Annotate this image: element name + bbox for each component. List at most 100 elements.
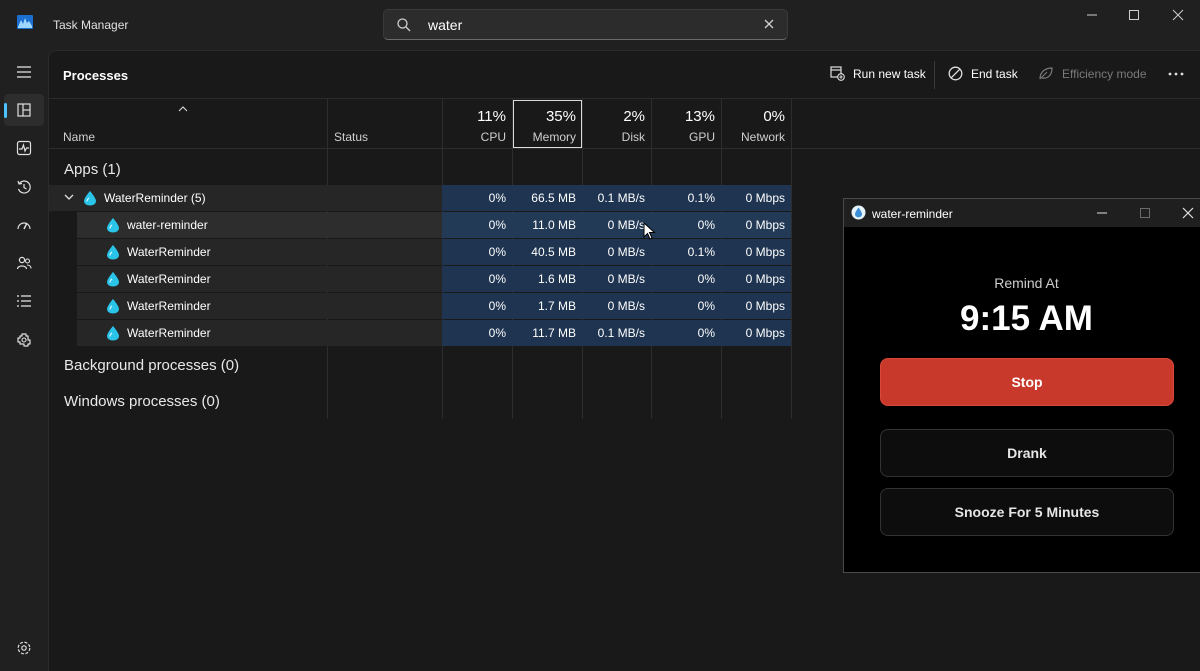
gpu-cell: 0% — [651, 266, 721, 292]
table-row[interactable]: WaterReminder 0% 11.7 MB 0.1 MB/s 0% 0 M… — [49, 320, 791, 346]
water-drop-icon — [107, 272, 119, 287]
sort-ascending-icon — [178, 106, 188, 112]
water-drop-icon — [851, 205, 866, 220]
cpu-label: CPU — [480, 130, 506, 144]
cpu-cell: 0% — [442, 320, 512, 346]
gpu-cell: 0.1% — [651, 239, 721, 265]
memory-cell: 1.6 MB — [512, 266, 582, 292]
run-new-task-button[interactable]: Run new task — [830, 66, 926, 81]
disk-cell: 0 MB/s — [582, 266, 651, 292]
maximize-icon[interactable] — [1124, 6, 1144, 24]
group-apps[interactable]: Apps (1) — [64, 161, 121, 178]
nav-processes[interactable] — [4, 94, 44, 126]
nav-settings[interactable] — [4, 632, 44, 664]
table-row[interactable]: WaterReminder 0% 1.6 MB 0 MB/s 0% 0 Mbps — [49, 266, 791, 292]
memory-cell: 40.5 MB — [512, 239, 582, 265]
clear-search-icon[interactable] — [761, 16, 777, 32]
more-icon — [1168, 72, 1184, 76]
cpu-cell: 0% — [442, 185, 512, 211]
network-cell: 0 Mbps — [721, 212, 791, 238]
search-icon — [397, 18, 411, 32]
group-windows-processes[interactable]: Windows processes (0) — [64, 393, 220, 410]
process-name: WaterReminder — [127, 299, 211, 313]
water-drop-icon — [107, 218, 119, 233]
stop-button[interactable]: Stop — [880, 358, 1174, 406]
command-bar: Processes Run new task End task Efficien… — [49, 51, 1200, 99]
group-background-processes[interactable]: Background processes (0) — [64, 357, 239, 374]
water-reminder-window: water-reminder Remind At 9:15 AM Stop Dr… — [843, 198, 1200, 573]
popup-title: water-reminder — [872, 207, 953, 221]
network-total: 0% — [763, 108, 785, 125]
search-query: water — [428, 17, 463, 33]
column-header-name[interactable]: Name — [49, 99, 327, 149]
minimize-icon[interactable] — [1082, 6, 1102, 24]
details-icon — [17, 295, 31, 307]
disk-cell: 0 MB/s — [582, 293, 651, 319]
table-row[interactable]: WaterReminder 0% 1.7 MB 0 MB/s 0% 0 Mbps — [49, 293, 791, 319]
nav-details[interactable] — [4, 285, 44, 317]
water-drop-icon — [84, 191, 96, 206]
process-name: WaterReminder (5) — [104, 191, 206, 205]
table-row[interactable]: WaterReminder 0% 40.5 MB 0 MB/s 0.1% 0 M… — [49, 239, 791, 265]
disk-cell: 0.1 MB/s — [582, 320, 651, 346]
maximize-icon[interactable] — [1138, 206, 1152, 220]
gpu-label: GPU — [688, 130, 715, 144]
disk-cell: 0 MB/s — [582, 239, 651, 265]
column-header-status-label: Status — [334, 130, 369, 144]
disk-label: Disk — [621, 130, 645, 144]
process-name: WaterReminder — [127, 326, 211, 340]
column-header-status[interactable]: Status — [327, 99, 442, 149]
nav-app-history[interactable] — [4, 171, 44, 203]
column-header-name-label: Name — [63, 130, 96, 144]
side-navigation — [0, 50, 48, 671]
process-name: water-reminder — [127, 218, 208, 232]
users-icon — [16, 256, 32, 270]
network-label: Network — [740, 130, 785, 144]
column-header-network[interactable]: 0% Network — [721, 99, 791, 149]
drank-button[interactable]: Drank — [880, 429, 1174, 477]
title-bar: Task Manager water — [0, 0, 1200, 50]
end-task-icon — [948, 66, 963, 81]
end-task-label: End task — [971, 66, 1018, 81]
disk-cell: 0.1 MB/s — [582, 185, 651, 211]
end-task-button[interactable]: End task — [948, 66, 1018, 81]
close-icon[interactable] — [1181, 206, 1195, 220]
efficiency-mode-button[interactable]: Efficiency mode — [1038, 66, 1147, 81]
gpu-cell: 0% — [651, 320, 721, 346]
gpu-cell: 0% — [651, 293, 721, 319]
network-cell: 0 Mbps — [721, 293, 791, 319]
process-name: WaterReminder — [127, 245, 211, 259]
efficiency-icon — [1039, 67, 1053, 80]
network-cell: 0 Mbps — [721, 266, 791, 292]
nav-startup-apps[interactable] — [4, 209, 44, 241]
column-header-gpu[interactable]: 13% GPU — [651, 99, 721, 149]
memory-header-focus — [513, 100, 582, 148]
column-header-disk[interactable]: 2% Disk — [582, 99, 651, 149]
column-header-cpu[interactable]: 11% CPU — [442, 99, 512, 149]
cpu-cell: 0% — [442, 293, 512, 319]
table-row[interactable]: WaterReminder (5) 0% 66.5 MB 0.1 MB/s 0.… — [49, 185, 791, 211]
chevron-down-icon[interactable] — [63, 193, 75, 202]
search-input[interactable]: water — [383, 9, 788, 40]
nav-users[interactable] — [4, 247, 44, 279]
hamburger-icon — [17, 66, 31, 78]
hamburger-menu-button[interactable] — [4, 56, 44, 88]
app-history-icon — [17, 180, 31, 194]
snooze-button[interactable]: Snooze For 5 Minutes — [880, 488, 1174, 536]
task-manager-logo-icon — [17, 15, 33, 29]
disk-cell: 0 MB/s — [582, 212, 651, 238]
reminder-time: 9:15 AM — [960, 299, 1093, 338]
nav-services[interactable] — [4, 324, 44, 356]
settings-icon — [17, 641, 31, 655]
cpu-cell: 0% — [442, 239, 512, 265]
page-title: Processes — [63, 68, 129, 83]
services-icon — [17, 333, 31, 347]
minimize-icon[interactable] — [1095, 206, 1109, 220]
processes-icon — [17, 103, 31, 117]
close-icon[interactable] — [1168, 6, 1188, 24]
more-options-button[interactable] — [1167, 65, 1185, 83]
nav-performance[interactable] — [4, 132, 44, 164]
table-row[interactable]: water-reminder 0% 11.0 MB 0 MB/s 0% 0 Mb… — [49, 212, 791, 238]
cpu-total: 11% — [477, 108, 506, 125]
startup-icon — [17, 222, 31, 230]
